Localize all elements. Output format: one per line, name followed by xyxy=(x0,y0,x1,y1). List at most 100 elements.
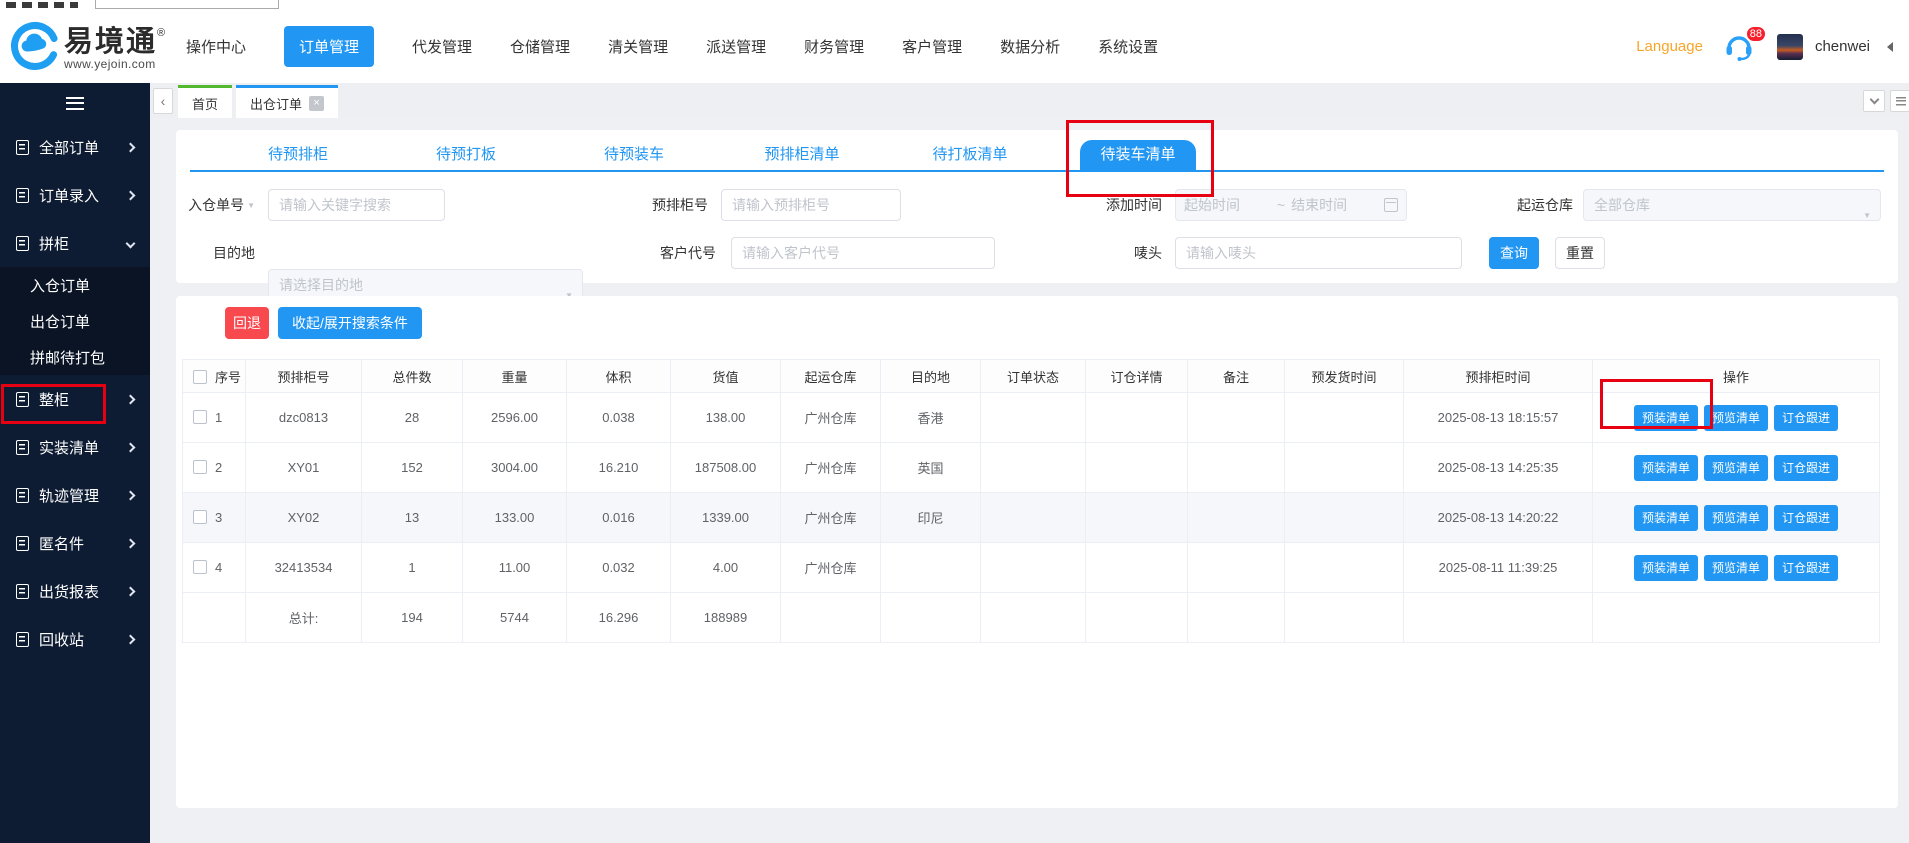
nav-item[interactable]: 客户管理 xyxy=(902,36,962,57)
table-cell: 2025-08-13 14:20:22 xyxy=(1404,493,1593,543)
table-cell xyxy=(981,443,1086,493)
select-caret-icon: ▼ xyxy=(1863,201,1871,221)
row-checkbox[interactable] xyxy=(193,510,207,524)
subtab-1[interactable]: 待预排柜 xyxy=(214,140,382,170)
reset-button[interactable]: 重置 xyxy=(1555,237,1605,269)
row-action-button[interactable]: 预览清单 xyxy=(1704,455,1768,481)
origin-warehouse-select[interactable]: 全部仓库 ▼ xyxy=(1583,189,1881,221)
add-time-range-input[interactable]: 起始时间 ~ 结束时间 xyxy=(1175,189,1407,221)
row-action-button[interactable]: 预装清单 xyxy=(1634,505,1698,531)
tab-overflow-button[interactable] xyxy=(1863,90,1885,112)
sidebar-item[interactable]: 轨迹管理 xyxy=(0,471,150,519)
row-action-button[interactable]: 预装清单 xyxy=(1634,405,1698,431)
row-checkbox[interactable] xyxy=(193,560,207,574)
label-caret-icon[interactable]: ▼ xyxy=(247,201,255,210)
chevron-right-icon xyxy=(126,538,136,548)
page-tab[interactable]: 出仓订单 × xyxy=(236,85,338,118)
sidebar-subitem[interactable]: 出仓订单 xyxy=(0,303,150,339)
nav-item[interactable]: 系统设置 xyxy=(1098,36,1158,57)
sidebar-collapse-button[interactable] xyxy=(0,83,150,123)
nav-item[interactable]: 操作中心 xyxy=(186,36,246,57)
row-action-button[interactable]: 预览清单 xyxy=(1704,555,1768,581)
notification-badge: 88 xyxy=(1745,25,1767,43)
totals-cell: 188989 xyxy=(671,593,781,643)
table-cell xyxy=(981,393,1086,443)
subtab-4[interactable]: 预排柜清单 xyxy=(718,140,886,170)
nav-item[interactable]: 派送管理 xyxy=(706,36,766,57)
tab-actions-button[interactable] xyxy=(1890,90,1909,112)
subtab-label: 待预排柜 xyxy=(268,140,328,170)
sidebar-subitem[interactable]: 入仓订单 xyxy=(0,267,150,303)
subtab-3[interactable]: 待预装车 xyxy=(550,140,718,170)
tab-scroll-left-button[interactable]: ‹ xyxy=(153,88,173,114)
column-header: 预排柜时间 xyxy=(1404,360,1593,393)
customer-code-input[interactable] xyxy=(731,237,995,269)
nav-item[interactable]: 代发管理 xyxy=(412,36,472,57)
column-header-label: 序号 xyxy=(215,370,241,385)
table-cell: 187508.00 xyxy=(671,443,781,493)
customer-service-icon[interactable]: 88 xyxy=(1723,32,1757,62)
sidebar-item[interactable]: 匿名件 xyxy=(0,519,150,567)
row-select-cell: 1 xyxy=(183,393,246,443)
subtab-2[interactable]: 待预打板 xyxy=(382,140,550,170)
end-time-placeholder[interactable]: 结束时间 xyxy=(1291,195,1378,215)
page-tab[interactable]: 首页 xyxy=(178,85,232,118)
column-header-label: 起运仓库 xyxy=(804,370,856,385)
user-menu-caret-icon[interactable] xyxy=(1882,42,1893,52)
sidebar-item-label: 整柜 xyxy=(39,389,69,410)
sidebar-item[interactable]: 全部订单 xyxy=(0,123,150,171)
container-no-input[interactable] xyxy=(721,189,901,221)
calendar-icon[interactable] xyxy=(1384,198,1398,212)
search-button[interactable]: 查询 xyxy=(1489,237,1539,269)
row-action-button[interactable]: 预览清单 xyxy=(1704,405,1768,431)
table-cell: 138.00 xyxy=(671,393,781,443)
sidebar-item[interactable]: 回收站 xyxy=(0,615,150,663)
nav-item[interactable]: 数据分析 xyxy=(1000,36,1060,57)
start-time-placeholder[interactable]: 起始时间 xyxy=(1184,195,1271,215)
nav-item[interactable]: 财务管理 xyxy=(804,36,864,57)
nav-item[interactable]: 订单管理 xyxy=(284,26,374,67)
subtab-6[interactable]: 待装车清单 xyxy=(1054,140,1222,170)
brand-logo[interactable]: 易境通® www.yejoin.com xyxy=(10,21,165,76)
row-action-button[interactable]: 订仓跟进 xyxy=(1774,455,1838,481)
sidebar-item[interactable]: 出货报表 xyxy=(0,567,150,615)
nav-item[interactable]: 清关管理 xyxy=(608,36,668,57)
customer-code-label: 客户代号 xyxy=(646,237,716,269)
nav-item[interactable]: 仓储管理 xyxy=(510,36,570,57)
row-action-button[interactable]: 预装清单 xyxy=(1634,455,1698,481)
language-link[interactable]: Language xyxy=(1636,38,1703,55)
rollback-button[interactable]: 回退 xyxy=(225,307,269,339)
totals-cell xyxy=(1285,593,1404,643)
row-checkbox[interactable] xyxy=(193,410,207,424)
table-cell: 4.00 xyxy=(671,543,781,593)
user-avatar[interactable] xyxy=(1777,34,1803,60)
table-cell: 0.032 xyxy=(567,543,671,593)
row-checkbox[interactable] xyxy=(193,460,207,474)
page-tab-label: 出仓订单 xyxy=(250,94,302,113)
sidebar-subitem[interactable]: 拼邮待打包 xyxy=(0,339,150,375)
sidebar-item[interactable]: 整柜 xyxy=(0,375,150,423)
close-icon[interactable]: × xyxy=(309,96,324,111)
table-cell xyxy=(1285,393,1404,443)
row-action-button[interactable]: 订仓跟进 xyxy=(1774,555,1838,581)
shipping-mark-input[interactable] xyxy=(1175,237,1462,269)
column-header: 总件数 xyxy=(362,360,463,393)
username-label[interactable]: chenwei xyxy=(1815,38,1870,55)
table-cell: 广州仓库 xyxy=(781,393,881,443)
row-action-button[interactable]: 订仓跟进 xyxy=(1774,505,1838,531)
row-action-button[interactable]: 预览清单 xyxy=(1704,505,1768,531)
totals-cell xyxy=(1593,593,1880,643)
sidebar-item[interactable]: 拼柜 xyxy=(0,219,150,267)
toggle-search-button[interactable]: 收起/展开搜索条件 xyxy=(278,307,422,339)
row-actions-cell: 预装清单预览清单订仓跟进 xyxy=(1593,493,1880,543)
sidebar-item[interactable]: 订单录入 xyxy=(0,171,150,219)
sidebar: 全部订单订单录入拼柜入仓订单出仓订单拼邮待打包整柜实装清单轨迹管理匿名件出货报表… xyxy=(0,83,150,843)
row-action-button[interactable]: 预装清单 xyxy=(1634,555,1698,581)
row-action-button[interactable]: 订仓跟进 xyxy=(1774,405,1838,431)
chevron-right-icon xyxy=(126,586,136,596)
select-all-checkbox[interactable] xyxy=(193,370,207,384)
subtab-5[interactable]: 待打板清单 xyxy=(886,140,1054,170)
row-select-cell: 2 xyxy=(183,443,246,493)
warehouse-order-input[interactable] xyxy=(268,189,445,221)
sidebar-item[interactable]: 实装清单 xyxy=(0,423,150,471)
